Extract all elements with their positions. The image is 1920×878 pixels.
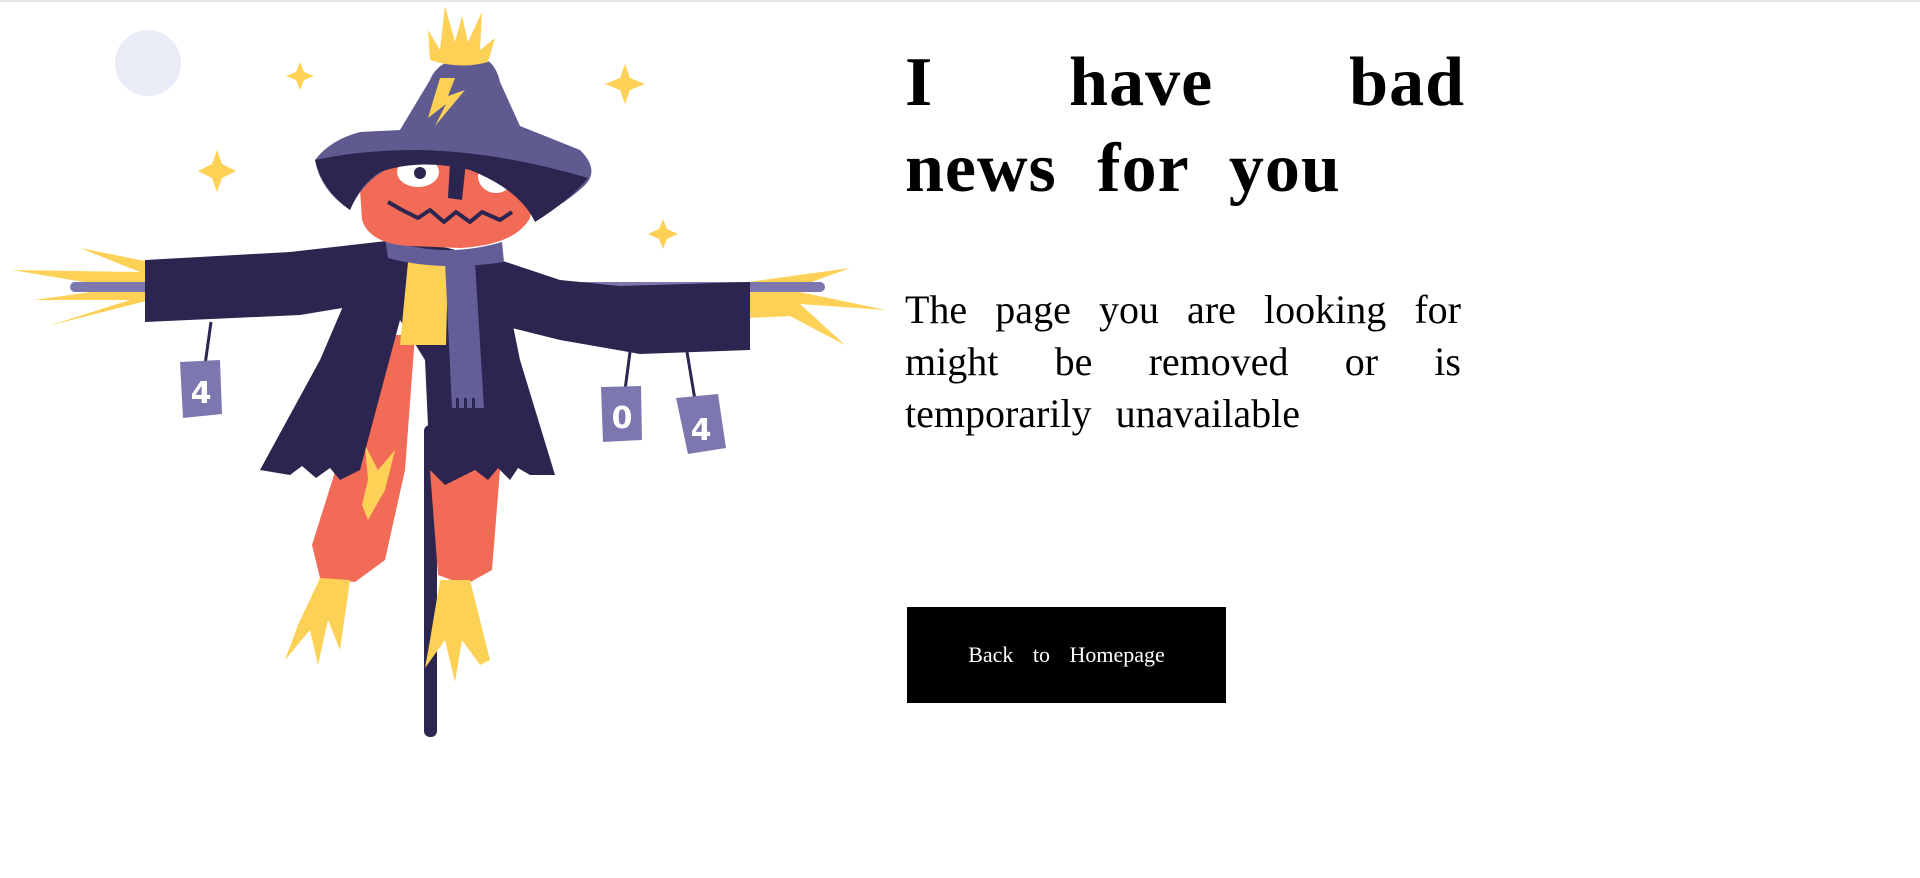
error-headline: I have bad news for you	[905, 44, 1465, 207]
error-content: I have bad news for you The page you are…	[905, 40, 1465, 440]
can-0-middle: 0	[601, 386, 642, 442]
error-message: The page you are looking for might be re…	[905, 287, 1461, 436]
can-4-right: 4	[676, 394, 726, 454]
can-label-left: 4	[191, 376, 212, 411]
scarf-fringe	[456, 398, 475, 408]
scarecrow-illustration: 4 0 4	[12, 6, 886, 737]
scarecrow-shirt	[400, 262, 448, 345]
right-hand-straw	[748, 268, 886, 345]
can-label-middle: 0	[612, 401, 633, 436]
back-to-homepage-button[interactable]: Back to Homepage	[907, 607, 1226, 703]
can-4-left: 4	[180, 360, 222, 418]
error-page: 4 0 4 I have bad news for you The page y…	[0, 0, 1920, 878]
can-label-right: 4	[691, 413, 712, 448]
moon-icon	[115, 30, 181, 96]
